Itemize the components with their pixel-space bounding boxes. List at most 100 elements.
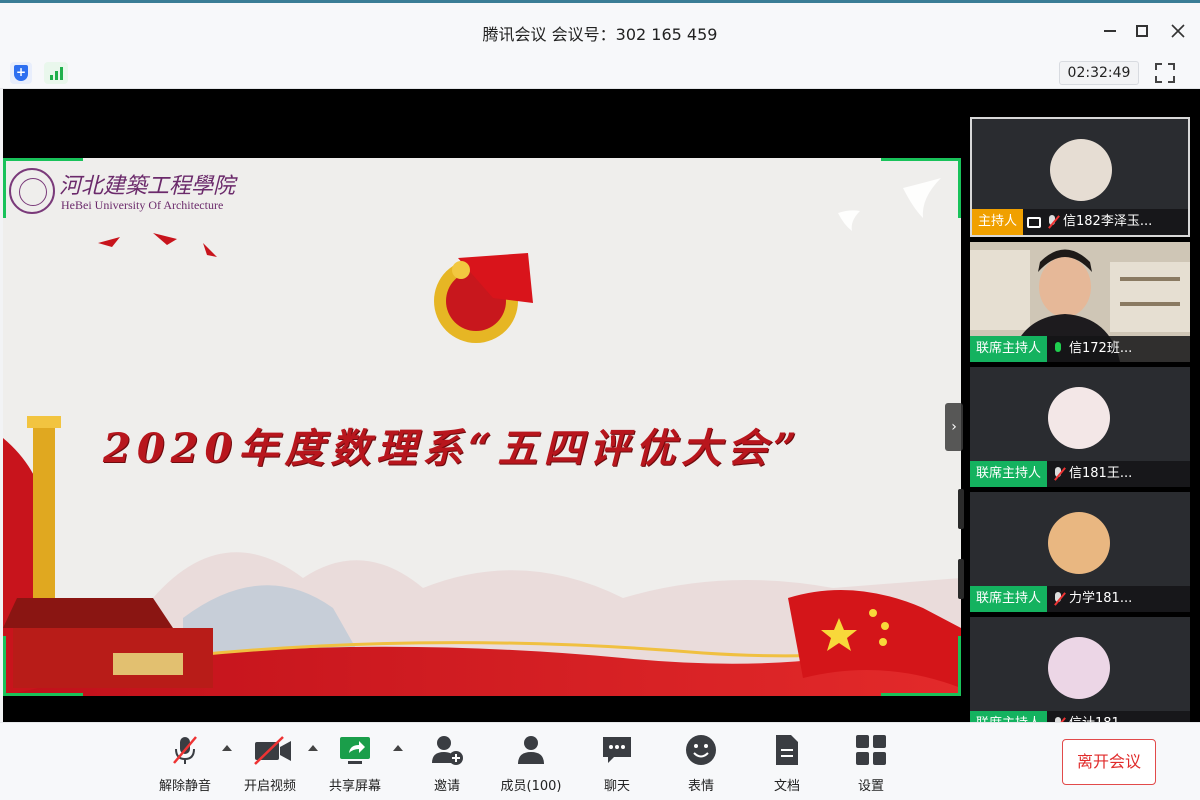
meeting-toolbar: 解除静音 开启视频 共享屏幕 邀请 成员(100) 聊天 表情 文档 设置 离开… <box>0 722 1200 800</box>
participant-tile[interactable]: 联席主持人 信计181... <box>970 617 1190 722</box>
share-screen-button[interactable]: 共享屏幕 <box>320 733 390 794</box>
audio-options-caret[interactable] <box>222 745 232 751</box>
participant-name: 信计181... <box>1069 711 1132 722</box>
mic-active-icon <box>1051 341 1065 357</box>
mic-muted-icon <box>168 733 202 767</box>
participant-tile[interactable]: 联席主持人 力学181... <box>970 492 1190 612</box>
fullscreen-icon <box>1155 63 1162 70</box>
participant-name-bar: 信182李泽玉... <box>1023 209 1188 235</box>
participant-name: 力学181... <box>1069 591 1133 606</box>
participant-name: 信181王... <box>1069 466 1133 481</box>
resize-handle[interactable] <box>958 489 964 529</box>
invite-label: 邀请 <box>433 779 460 794</box>
close-icon <box>1171 24 1185 38</box>
minimize-button[interactable] <box>1098 19 1122 43</box>
role-badge: 联席主持人 <box>970 711 1048 722</box>
documents-button[interactable]: 文档 <box>752 733 822 794</box>
add-user-icon <box>430 733 464 767</box>
participant-name-bar: 力学181... <box>1047 586 1190 612</box>
smiley-icon <box>684 733 718 767</box>
close-button[interactable] <box>1166 19 1190 43</box>
participant-name-bar: 信181王... <box>1047 461 1190 487</box>
participant-name-bar: 信计181... <box>1047 711 1190 722</box>
participant-footer: 联席主持人 力学181... <box>970 586 1190 612</box>
participant-tile[interactable]: 主持人 信182李泽玉... <box>970 117 1190 237</box>
settings-button[interactable]: 设置 <box>836 733 906 794</box>
share-frame-corner <box>881 158 961 218</box>
emoji-label: 表情 <box>687 779 714 794</box>
participant-avatar <box>1050 139 1112 201</box>
fullscreen-icon-part <box>1155 76 1162 83</box>
share-screen-icon <box>338 733 372 767</box>
chevron-right-icon: › <box>951 419 957 435</box>
participant-name: 信172班... <box>1069 341 1133 356</box>
mic-muted-icon <box>1051 466 1066 482</box>
share-frame-corner <box>3 158 83 218</box>
video-options-caret[interactable] <box>308 745 318 751</box>
role-badge: 联席主持人 <box>970 586 1048 612</box>
fullscreen-button[interactable] <box>1155 63 1175 83</box>
shared-screen-area: 河北建築工程學院 HeBei University Of Architectur… <box>3 89 967 722</box>
document-icon <box>770 733 804 767</box>
shield-icon: + <box>14 65 28 81</box>
slide-title: 2020年度数理系“五四评优大会” <box>103 425 803 472</box>
minimize-icon <box>1104 30 1116 32</box>
screen-share-icon <box>1027 216 1042 228</box>
members-label: 成员(100) <box>500 779 562 794</box>
chat-button[interactable]: 聊天 <box>582 733 652 794</box>
signal-bar-icon <box>49 75 53 80</box>
members-button[interactable]: 成员(100) <box>496 733 566 794</box>
participant-name-bar: 信172班... <box>1047 336 1190 362</box>
expand-sidebar-button[interactable]: › <box>945 403 963 451</box>
resize-handle[interactable] <box>958 559 964 599</box>
participant-name: 信182李泽玉... <box>1063 214 1153 229</box>
settings-grid-icon <box>854 733 888 767</box>
network-signal-button[interactable] <box>44 62 68 84</box>
share-screen-label: 共享屏幕 <box>328 779 381 794</box>
security-button[interactable]: + <box>10 62 32 84</box>
mic-muted-icon <box>1045 214 1060 230</box>
camera-off-icon <box>253 733 291 767</box>
presentation-slide: 河北建築工程學院 HeBei University Of Architectur… <box>3 158 961 696</box>
signal-bar-icon <box>54 71 58 80</box>
role-badge: 联席主持人 <box>970 336 1048 362</box>
invite-button[interactable]: 邀请 <box>412 733 482 794</box>
participant-footer: 联席主持人 信181王... <box>970 461 1190 487</box>
meeting-window: 腾讯会议 会议号：302 165 459 + 02:32:49 河北建築工程學院… <box>0 0 1200 800</box>
university-name-en: HeBei University Of Architecture <box>61 198 224 212</box>
participant-avatar <box>1048 512 1110 574</box>
start-video-label: 开启视频 <box>243 779 296 794</box>
signal-bar-icon <box>59 67 63 80</box>
maximize-button[interactable] <box>1130 19 1154 43</box>
role-badge: 主持人 <box>972 209 1024 235</box>
chat-icon <box>600 733 634 767</box>
settings-label: 设置 <box>857 779 884 794</box>
chat-label: 聊天 <box>603 779 630 794</box>
start-video-button[interactable]: 开启视频 <box>235 733 305 794</box>
unmute-label: 解除静音 <box>158 779 211 794</box>
share-options-caret[interactable] <box>393 745 403 751</box>
participant-footer: 联席主持人 信172班... <box>970 336 1190 362</box>
participant-tile[interactable]: 联席主持人 信172班... <box>970 242 1190 362</box>
participant-footer: 联席主持人 信计181... <box>970 711 1190 722</box>
maximize-icon <box>1136 25 1148 37</box>
share-frame-corner <box>3 636 83 696</box>
university-name-cn: 河北建築工程學院 <box>59 174 236 199</box>
participant-avatar <box>1048 387 1110 449</box>
participant-tile[interactable]: 联席主持人 信181王... <box>970 367 1190 487</box>
documents-label: 文档 <box>773 779 800 794</box>
mic-muted-icon <box>1051 591 1066 607</box>
share-frame-corner <box>881 636 961 696</box>
emoji-button[interactable]: 表情 <box>666 733 736 794</box>
fullscreen-icon-part <box>1168 76 1175 83</box>
participant-avatar <box>1048 637 1110 699</box>
fullscreen-icon-part <box>1168 63 1175 70</box>
unmute-button[interactable]: 解除静音 <box>150 733 220 794</box>
info-bar: + 02:32:49 <box>0 57 1200 89</box>
window-title: 腾讯会议 会议号：302 165 459 <box>482 25 718 44</box>
participant-video-list[interactable]: 主持人 信182李泽玉... 联席主持人 信172班... 联席主持人 信181… <box>967 89 1200 722</box>
members-icon <box>514 733 548 767</box>
participant-footer: 主持人 信182李泽玉... <box>972 209 1188 235</box>
leave-meeting-button[interactable]: 离开会议 <box>1062 739 1156 785</box>
role-badge: 联席主持人 <box>970 461 1048 487</box>
